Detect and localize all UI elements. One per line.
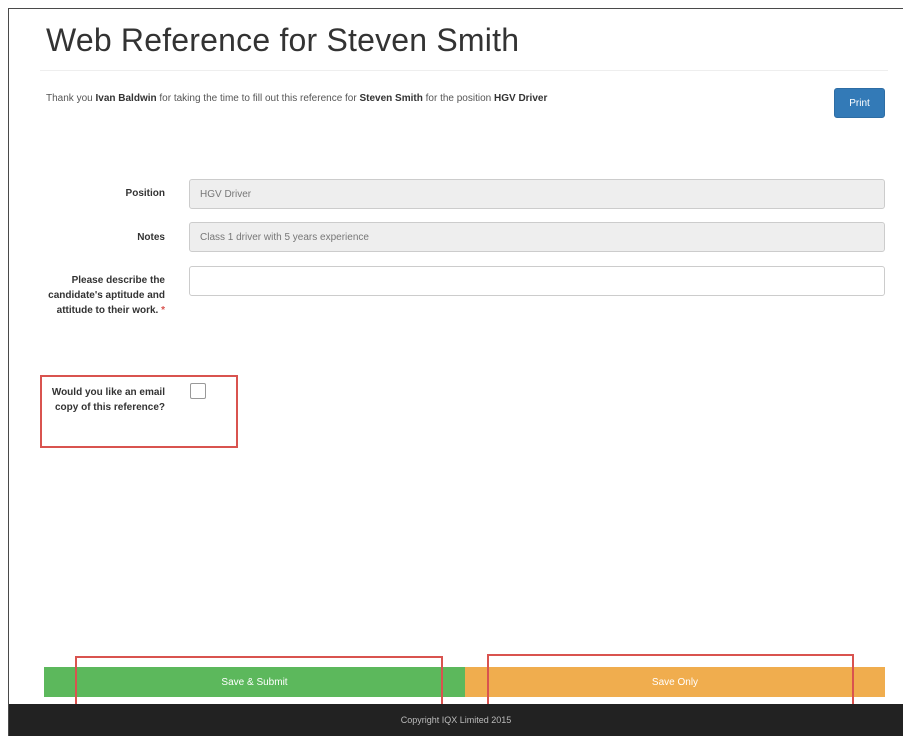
intro-text-part: Thank you: [46, 93, 96, 104]
print-button[interactable]: Print: [834, 88, 885, 118]
candidate-name: Steven Smith: [359, 93, 423, 104]
aptitude-label-text: Please describe the candidate's aptitude…: [48, 275, 165, 316]
highlight-email-copy: [40, 375, 238, 448]
aptitude-label: Please describe the candidate's aptitude…: [30, 273, 165, 318]
page-title: Web Reference for Steven Smith: [46, 22, 520, 58]
intro-text-part: for taking the time to fill out this ref…: [156, 93, 360, 104]
position-label: Position: [125, 188, 165, 199]
page-frame: [8, 8, 903, 736]
footer: Copyright IQX Limited 2015: [9, 704, 903, 736]
copyright-text: Copyright IQX Limited 2015: [400, 715, 512, 725]
aptitude-input[interactable]: [189, 266, 885, 296]
referee-name: Ivan Baldwin: [95, 93, 157, 104]
notes-label: Notes: [137, 232, 165, 243]
intro-text: Thank you Ivan Baldwin for taking the ti…: [46, 90, 586, 108]
position-name: HGV Driver: [494, 93, 548, 104]
required-marker: *: [161, 305, 165, 316]
notes-field: Class 1 driver with 5 years experience: [189, 222, 885, 252]
highlight-save: [487, 654, 854, 707]
title-divider: [40, 70, 888, 71]
highlight-submit: [75, 656, 443, 709]
position-field: HGV Driver: [189, 179, 885, 209]
intro-text-part: for the position: [422, 93, 494, 104]
